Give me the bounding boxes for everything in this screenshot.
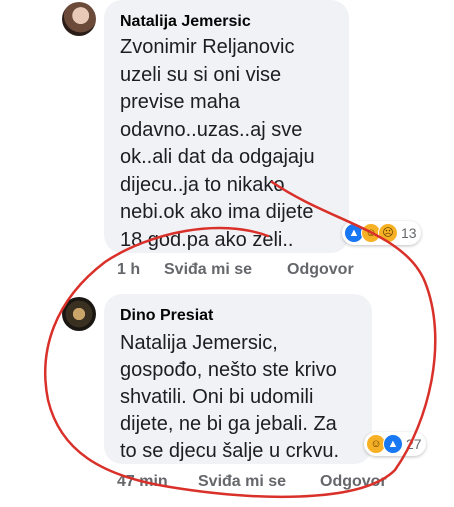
comment-text: Zvonimir Reljanovic uzeli su si oni vise… [120,34,315,254]
reaction-count: 27 [406,436,422,452]
avatar[interactable] [62,2,96,36]
comment-author[interactable]: Dino Presiat [120,307,213,325]
comment-line: Zvonimir Reljanovic [120,36,295,58]
comment-time[interactable]: 1 h [117,261,140,279]
reply-button[interactable]: Odgovor [320,473,387,491]
comment-line: dijete, ne bi ga jebali. Za [120,413,337,435]
comment-line: to se djecu šalje u crkvu. [120,440,339,462]
comment-author[interactable]: Natalija Jemersic [120,13,251,31]
like-button[interactable]: Sviđa mi se [198,473,286,491]
avatar[interactable] [62,297,96,331]
comment-line: previse maha [120,91,241,113]
reaction-count: 13 [401,225,417,241]
comment-line: nebi.ok ako ima dijete [120,201,314,223]
comment-line: ok..ali dat da odgajaju [120,146,315,168]
reactions-summary[interactable]: ☺ ▲ 27 [364,432,426,456]
comment-line: odavno..uzas..aj sve [120,118,303,141]
comment-time[interactable]: 47 min [117,473,168,491]
reply-button[interactable]: Odgovor [287,261,354,279]
like-button[interactable]: Sviđa mi se [164,261,252,279]
comment-line: gospođo, nešto ste krivo [120,359,337,381]
comment-line: 18 god.pa ako zeli.. [120,228,294,251]
comment-text: Natalija Jemersic, gospođo, nešto ste kr… [120,330,339,465]
comment-line: shvatili. Oni bi udomili [120,386,314,408]
comment-line: uzeli su si oni vise [120,63,282,86]
sad-icon: ☹ [378,223,398,243]
comment-line: Natalija Jemersic, [120,332,278,354]
reactions-summary[interactable]: ▲ ☺ ☹ 13 [342,221,421,245]
comment-line: dijecu..ja to nikako [120,173,285,196]
like-icon: ▲ [383,434,403,454]
